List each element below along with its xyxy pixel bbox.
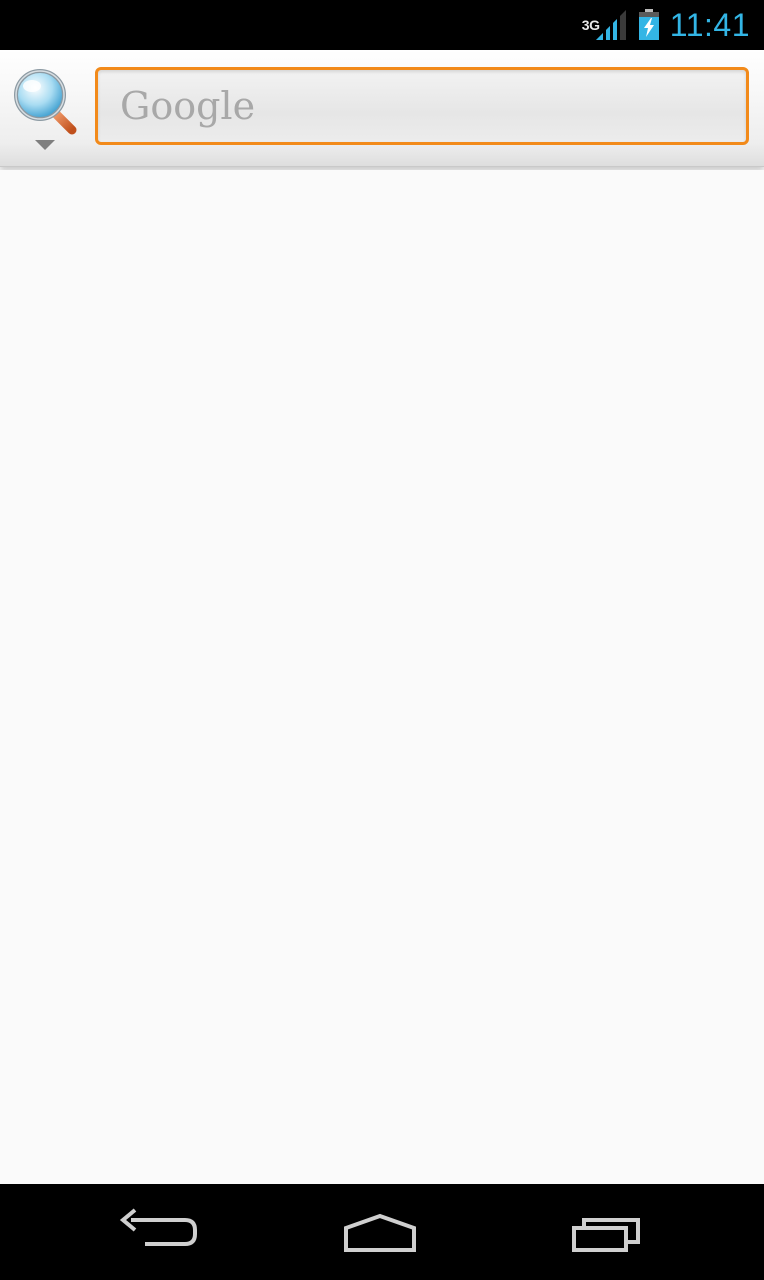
search-icon [14,69,77,150]
battery-charging-icon [638,9,660,41]
recent-apps-icon [572,1218,640,1252]
recent-apps-button[interactable] [546,1198,666,1266]
home-icon [344,1213,416,1252]
search-input[interactable] [118,69,746,143]
signal-icon: 3G [582,8,628,42]
back-button[interactable] [95,1198,215,1266]
network-type: 3G [581,17,600,33]
status-bar: 3G 11:41 [0,0,764,50]
navigation-bar [0,1184,764,1280]
back-icon [119,1208,197,1246]
chevron-down-icon [35,140,55,150]
home-button[interactable] [320,1198,440,1266]
suggestions-area [0,170,764,1184]
search-header [0,50,764,167]
search-engine-selector[interactable] [8,62,84,154]
clock: 11:41 [669,7,750,43]
search-box[interactable] [95,67,749,145]
